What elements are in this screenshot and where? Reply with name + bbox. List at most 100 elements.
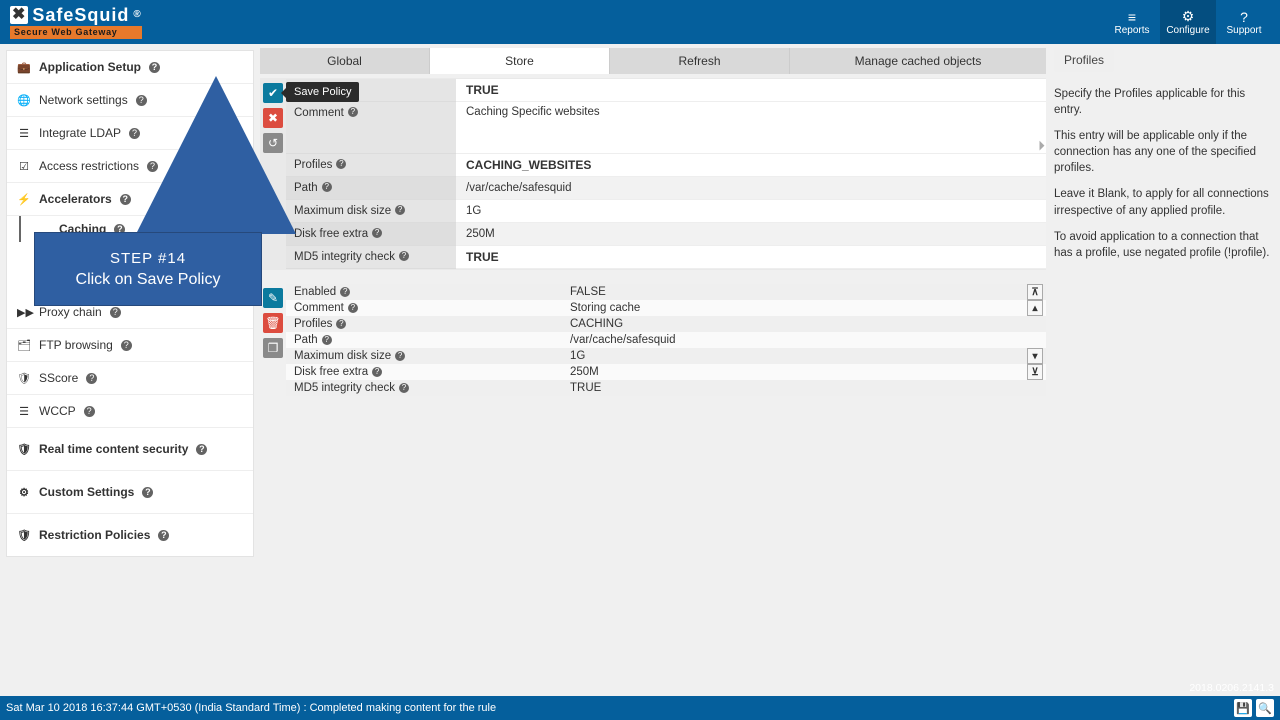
cancel-button[interactable]: ✖ [263,108,283,128]
help-icon[interactable]: ? [147,161,158,172]
help-icon[interactable]: ? [372,367,382,377]
diskfree-input[interactable]: 250M [456,223,1046,246]
nav-support[interactable]: ? Support [1216,0,1272,44]
help-icon[interactable]: ? [110,307,121,318]
help-icon[interactable]: ? [142,487,153,498]
sidebar-item-label: Caching [59,222,106,236]
tab-refresh[interactable]: Refresh [610,48,790,74]
sidebar-item-wccp[interactable]: WCCP? [7,395,253,428]
help-icon[interactable]: ? [322,335,332,345]
nav-configure[interactable]: ⚙ Configure [1160,0,1216,44]
sidebar-item-ftp[interactable]: FTP browsing? [7,329,253,362]
list-value: 250M [562,364,1024,380]
md5-label: MD5 integrity check [294,251,395,263]
status-text: Sat Mar 10 2018 16:37:44 GMT+0530 (India… [6,702,496,714]
profiles-label: Profiles [294,159,332,171]
sidebar-item-proxy[interactable]: Proxy chain? [7,296,253,329]
logo-text: SafeSquid [32,6,129,24]
help-icon[interactable]: ? [348,303,358,313]
help-icon[interactable]: ? [399,251,409,261]
help-icon[interactable]: ? [158,530,169,541]
sidebar-item-accelerators[interactable]: Accelerators? [7,183,253,216]
sidebar-item-restriction[interactable]: Restriction Policies? [7,514,253,556]
help-icon[interactable]: ? [399,383,409,393]
delete-entry-button[interactable]: 🗑 [263,313,283,333]
list-label: Enabled [294,286,336,298]
sidebar-item-label: Restriction Policies [39,528,150,542]
help-icon[interactable]: ? [336,159,346,169]
help-icon[interactable]: ? [84,406,95,417]
sidebar-item-ldap[interactable]: Integrate LDAP? [7,117,253,150]
maxdisk-label: Maximum disk size [294,205,391,217]
nav-support-label: Support [1226,25,1261,36]
logo: ✖ SafeSquid ® Secure Web Gateway [10,6,142,39]
save-policy-button[interactable]: ✔ [263,83,283,103]
move-down-button[interactable]: ▾ [1027,348,1043,364]
edit-entry-button[interactable]: ✎ [263,288,283,308]
help-icon[interactable]: ? [372,228,382,238]
sidebar-item-access[interactable]: Access restrictions? [7,150,253,183]
search-button[interactable]: 🔍 [1256,699,1274,717]
info-p1: Specify the Profiles applicable for this… [1054,86,1276,118]
move-top-button[interactable]: ⊼ [1027,284,1043,300]
status-bar: Sat Mar 10 2018 16:37:44 GMT+0530 (India… [0,696,1280,720]
help-icon[interactable]: ? [136,95,147,106]
comment-input[interactable]: Caching Specific websites◢ [456,102,1046,154]
save-config-button[interactable]: 💾 [1234,699,1252,717]
help-icon[interactable]: ? [121,340,132,351]
help-icon[interactable]: ? [114,224,125,235]
briefcase-icon [17,61,31,74]
clone-entry-button[interactable]: ❐ [263,338,283,358]
info-text: Specify the Profiles applicable for this… [1054,86,1276,261]
sidebar-item-label: FTP browsing [39,338,113,352]
help-icon[interactable]: ? [348,107,358,117]
logo-reg: ® [133,10,141,20]
header-nav: ≡ Reports ⚙ Configure ? Support [1104,0,1272,44]
help-icon[interactable]: ? [395,351,405,361]
help-icon[interactable]: ? [129,128,140,139]
md5-input[interactable]: TRUE [456,246,1046,269]
profiles-input[interactable]: CACHING_WEBSITES [456,154,1046,177]
revert-button[interactable]: ↺ [263,133,283,153]
sidebar-item-sscore[interactable]: SScore? [7,362,253,395]
help-icon[interactable]: ? [395,205,405,215]
help-icon[interactable]: ? [149,62,160,73]
resize-handle-icon[interactable]: ◢ [1033,139,1046,152]
help-icon[interactable]: ? [196,444,207,455]
maxdisk-input[interactable]: 1G [456,200,1046,223]
shield-icon [17,443,31,456]
tab-store[interactable]: Store [430,48,610,74]
forward-icon [17,306,31,319]
support-icon: ? [1240,9,1248,25]
sidebar-item-network[interactable]: Network settings? [7,84,253,117]
gear-icon [17,486,31,499]
sidebar-item-rtcs[interactable]: Real time content security? [7,428,253,471]
path-input[interactable]: /var/cache/safesquid [456,177,1046,200]
sidebar-app-setup[interactable]: Application Setup ? [7,51,253,84]
help-icon[interactable]: ? [322,182,332,192]
tab-manage-cached[interactable]: Manage cached objects [790,48,1046,74]
policy-list-entry: ✎ 🗑 ❐ Enabled?FALSE⊼ Comment?Storing cac… [260,284,1046,396]
list-label: Profiles [294,318,332,330]
help-icon[interactable]: ? [120,194,131,205]
sidebar-item-caching[interactable]: Caching? [51,216,253,242]
folder-icon [17,339,31,352]
help-icon[interactable]: ? [340,287,350,297]
list-value: Storing cache [562,300,1024,316]
app-header: ✖ SafeSquid ® Secure Web Gateway ≡ Repor… [0,0,1280,44]
list-value: FALSE [562,284,1024,300]
version-label: 2018.0206.2141.3 [1189,682,1274,694]
nav-configure-label: Configure [1166,25,1209,36]
sidebar-item-label: WCCP [39,404,76,418]
nav-reports[interactable]: ≡ Reports [1104,0,1160,44]
tab-global[interactable]: Global [260,48,430,74]
help-icon[interactable]: ? [86,373,97,384]
move-up-button[interactable]: ▴ [1027,300,1043,316]
list-label: Maximum disk size [294,350,391,362]
shield-icon [17,529,31,542]
sidebar-item-custom[interactable]: Custom Settings? [7,471,253,514]
help-icon[interactable]: ? [336,319,346,329]
enabled-input[interactable]: TRUE [456,79,1046,102]
sidebar-item-label: Proxy chain [39,305,102,319]
move-bottom-button[interactable]: ⊻ [1027,364,1043,380]
